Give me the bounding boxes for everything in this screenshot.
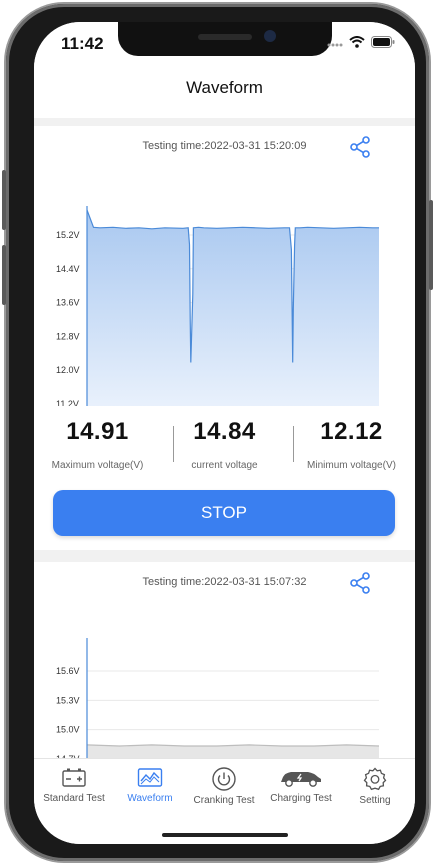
y-tick-label: 14.4V xyxy=(56,264,80,274)
car-charging-icon xyxy=(281,772,321,787)
page-title: Waveform xyxy=(186,78,263,97)
tab-label: Cranking Test xyxy=(193,795,255,806)
share-icon[interactable] xyxy=(349,572,371,594)
max-voltage-value: 14.91 xyxy=(66,418,129,445)
side-button xyxy=(2,245,6,305)
tab-charging-test[interactable]: Charging Test xyxy=(263,767,339,804)
current-voltage-value: 14.84 xyxy=(193,418,256,445)
status-time: 11:42 xyxy=(61,34,104,53)
screen: Waveform 11:42 Testing time:2022-03-31 1… xyxy=(34,22,415,844)
side-button xyxy=(2,170,6,230)
tab-waveform[interactable]: Waveform xyxy=(112,767,188,804)
min-voltage-label: Minimum voltage(V) xyxy=(307,460,396,471)
waveform-area xyxy=(87,210,379,406)
y-tick-label: 11.2V xyxy=(56,399,79,406)
tab-cranking-test[interactable]: Cranking Test xyxy=(186,767,262,806)
waveform-card-current: Testing time:2022-03-31 15:20:09 11.2V 12… xyxy=(34,126,415,550)
tab-setting[interactable]: Setting xyxy=(337,767,413,806)
max-voltage-stat: 14.91 Maximum voltage(V) xyxy=(34,418,161,471)
stop-button[interactable]: STOP xyxy=(53,490,395,536)
current-voltage-stat: 14.84 current voltage xyxy=(161,418,288,471)
home-indicator xyxy=(162,833,288,837)
y-tick-label: 12.0V xyxy=(56,365,80,375)
voltage-waveform-chart: 11.2V12.0V12.8V13.6V14.4V15.2V0.0s0.4s0.… xyxy=(56,206,379,406)
y-tick-label: 12.8V xyxy=(56,331,80,341)
y-tick-label: 15.0V xyxy=(56,725,80,735)
status-icons xyxy=(327,36,395,48)
min-voltage-stat: 12.12 Minimum voltage(V) xyxy=(288,418,415,471)
tab-standard-test[interactable]: Standard Test xyxy=(36,767,112,804)
tab-label: Charging Test xyxy=(270,793,332,804)
min-voltage-value: 12.12 xyxy=(320,418,383,445)
notch xyxy=(118,22,332,56)
front-camera xyxy=(264,30,276,42)
battery-status-icon xyxy=(371,36,395,48)
y-tick-label: 13.6V xyxy=(56,298,80,308)
gear-icon xyxy=(363,767,387,791)
tab-label: Standard Test xyxy=(43,793,105,804)
waveform-line xyxy=(86,744,380,747)
battery-icon xyxy=(62,768,86,787)
power-icon xyxy=(212,767,236,791)
y-tick-label: 15.2V xyxy=(56,230,80,240)
speaker xyxy=(198,34,252,40)
signal-icon xyxy=(327,43,343,47)
max-voltage-label: Maximum voltage(V) xyxy=(51,460,144,471)
bottom-tab-bar: Standard Test Waveform Cranking Test Cha… xyxy=(34,758,415,844)
side-button xyxy=(429,200,433,290)
waveform-card-previous: Testing time:2022-03-31 15:07:32 14.7V15… xyxy=(34,562,415,772)
y-tick-label: 15.6V xyxy=(56,666,80,676)
current-voltage-label: current voltage xyxy=(191,460,258,471)
tab-label: Waveform xyxy=(127,793,173,804)
tab-label: Setting xyxy=(359,795,391,806)
voltage-stats: 14.91 Maximum voltage(V) 14.84 current v… xyxy=(34,418,415,474)
share-icon[interactable] xyxy=(349,136,371,158)
y-tick-label: 15.3V xyxy=(56,695,80,705)
wifi-icon xyxy=(349,36,365,48)
voltage-waveform-chart: 14.7V15.0V15.3V15.6V xyxy=(56,638,380,772)
waveform-icon xyxy=(137,768,163,787)
